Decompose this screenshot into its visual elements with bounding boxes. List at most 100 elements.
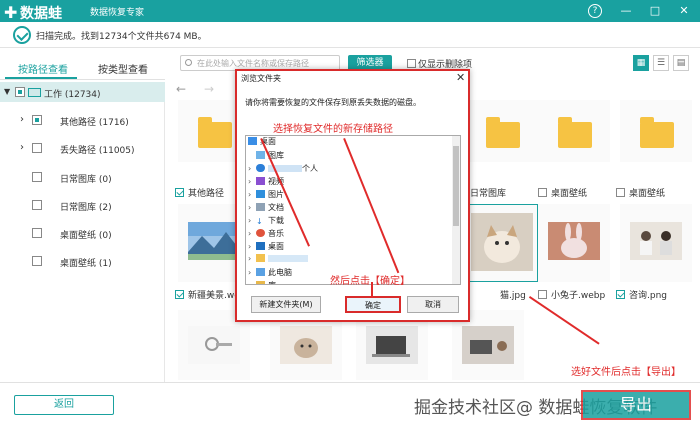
folder-tree-expander[interactable]: ›	[248, 190, 256, 199]
help-icon[interactable]: ?	[588, 4, 602, 18]
file-checkbox[interactable]	[175, 290, 184, 299]
back-arrow-icon[interactable]: ←	[176, 82, 186, 96]
annotation-select-path: 选择恢复文件的新存储路径	[273, 124, 393, 135]
file-name: 桌面壁纸	[551, 189, 588, 199]
file-tile[interactable]	[538, 100, 610, 162]
forward-arrow-icon[interactable]: →	[204, 82, 214, 96]
tree-row-other-paths[interactable]: › 其他路径 (1716)	[0, 110, 165, 130]
grid-view-icon[interactable]: ▦	[633, 55, 649, 71]
minimize-icon[interactable]: —	[618, 3, 634, 19]
search-placeholder: 在此处输入文件名称或保存路径	[197, 59, 309, 68]
folder-tree-item[interactable]: › 个人	[248, 163, 318, 176]
expand-down-icon[interactable]: ▼	[4, 87, 10, 96]
folder-tree-item[interactable]: › 音乐	[248, 228, 284, 241]
tree-row-wallpaper-0[interactable]: 桌面壁纸 (0)	[0, 223, 165, 243]
tree-label: 桌面壁纸 (1)	[60, 259, 112, 269]
tree-row-daily-gallery-0[interactable]: 日常图库 (0)	[0, 167, 165, 187]
maximize-icon[interactable]: □	[647, 3, 663, 19]
tree-row-daily-gallery-2[interactable]: 日常图库 (2)	[0, 195, 165, 215]
keychain-photo	[188, 326, 240, 364]
file-checkbox[interactable]	[175, 188, 184, 197]
folder-tree-expander[interactable]: ›	[248, 254, 256, 263]
folder-tree-expander[interactable]: ›	[248, 281, 256, 284]
file-checkbox[interactable]	[538, 290, 547, 299]
list-view-icon[interactable]: ☰	[653, 55, 669, 71]
laptop-photo	[366, 326, 418, 364]
folder-tree-label: 图片	[268, 190, 284, 199]
close-icon[interactable]: ✕	[676, 3, 692, 19]
folder-tree-expander[interactable]: ›	[248, 242, 256, 251]
file-caption[interactable]: 日常图库	[470, 186, 506, 199]
tree-checkbox[interactable]	[32, 200, 42, 210]
scan-status-text: 扫描完成。找到12734个文件共674 MB。	[36, 32, 207, 42]
tree-checkbox[interactable]	[32, 143, 42, 153]
desktop-icon	[256, 242, 265, 250]
detail-view-icon[interactable]: ▤	[673, 55, 689, 71]
folder-tree-scrollbar[interactable]	[452, 136, 460, 284]
cancel-button[interactable]: 取消	[407, 296, 459, 313]
file-tile[interactable]	[620, 100, 692, 162]
file-name: 咨询.png	[629, 291, 667, 301]
file-checkbox[interactable]	[538, 188, 547, 197]
file-tile[interactable]	[466, 100, 538, 162]
folder-tree-label: 桌面	[268, 242, 284, 251]
file-tile[interactable]	[620, 204, 692, 282]
tree-row-wallpaper-1[interactable]: 桌面壁纸 (1)	[0, 251, 165, 271]
scrollbar-thumb[interactable]	[453, 146, 459, 226]
check-circle-icon	[13, 26, 31, 44]
folder-tree-label: 文档	[268, 203, 284, 212]
tree-row-lost-paths[interactable]: › 丢失路径 (11005)	[0, 138, 165, 158]
ok-button[interactable]: 确定	[345, 296, 401, 313]
folder-tree-item[interactable]: › 桌面	[248, 241, 284, 254]
file-caption[interactable]: 小兔子.webp	[538, 288, 605, 301]
back-button[interactable]: 返回	[14, 395, 114, 415]
computer-icon	[28, 88, 41, 97]
tab-by-path[interactable]: 按路径查看	[18, 61, 68, 76]
view-tabs: 按路径查看 按类型查看	[0, 56, 165, 80]
file-caption[interactable]: 其他路径	[175, 186, 224, 199]
folder-tree-item[interactable]: › ↓ 下载	[248, 215, 284, 228]
file-caption[interactable]: 新疆美景.we	[175, 288, 240, 301]
video-icon	[256, 177, 265, 185]
export-button[interactable]: 导出	[581, 390, 691, 420]
path-tree: ▼ 工作 (12734) › 其他路径 (1716) › 丢失路径 (11005…	[0, 82, 165, 382]
download-icon: ↓	[256, 217, 263, 226]
tree-label: 丢失路径 (11005)	[60, 146, 135, 156]
tree-checkbox[interactable]	[15, 87, 25, 97]
file-caption[interactable]: 猫.jpg	[500, 288, 526, 301]
expand-right-icon[interactable]: ›	[20, 114, 24, 125]
folder-tree-expander[interactable]: ›	[248, 216, 256, 225]
tree-row-work[interactable]: ▼ 工作 (12734)	[0, 82, 165, 102]
tree-checkbox[interactable]	[32, 115, 42, 125]
bottom-bar: 返回 掘金技术社区@ 数据蛙恢复软件 导出	[0, 382, 700, 426]
tree-checkbox[interactable]	[32, 228, 42, 238]
folder-tree-expander[interactable]: ›	[248, 164, 256, 173]
folder-tree-expander[interactable]: ›	[248, 203, 256, 212]
folder-tree-expander[interactable]: ›	[248, 229, 256, 238]
file-caption[interactable]: 桌面壁纸	[538, 186, 587, 199]
file-checkbox[interactable]	[616, 188, 625, 197]
tab-by-type[interactable]: 按类型查看	[98, 61, 148, 76]
folder-tree-expander[interactable]: ›	[248, 268, 256, 277]
file-checkbox[interactable]	[616, 290, 625, 299]
file-caption[interactable]: 咨询.png	[616, 288, 667, 301]
file-tile[interactable]	[538, 204, 610, 282]
file-name: 桌面壁纸	[629, 189, 666, 199]
file-name: 其他路径	[188, 189, 225, 199]
file-tile[interactable]	[466, 204, 538, 282]
dialog-close-icon[interactable]: ✕	[456, 71, 465, 84]
file-caption[interactable]: 桌面壁纸	[616, 186, 665, 199]
only-deleted-checkbox[interactable]	[407, 59, 416, 68]
folder-tree-item[interactable]: ›	[248, 254, 308, 267]
expand-right-icon[interactable]: ›	[20, 142, 24, 153]
folder-tree-item[interactable]: ›库	[248, 280, 276, 284]
folder-tree-item[interactable]: › 此电脑	[248, 267, 292, 280]
tree-checkbox[interactable]	[32, 172, 42, 182]
folder-tree-expander[interactable]: ›	[248, 177, 256, 186]
tree-checkbox[interactable]	[32, 256, 42, 266]
folder-tree-item[interactable]: › 图片	[248, 189, 284, 202]
folder-tree-item[interactable]: › 文档	[248, 202, 284, 215]
dog-photo	[280, 326, 332, 364]
desktop-folder-icon	[248, 137, 257, 145]
new-folder-button[interactable]: 新建文件夹(M)	[251, 296, 321, 313]
